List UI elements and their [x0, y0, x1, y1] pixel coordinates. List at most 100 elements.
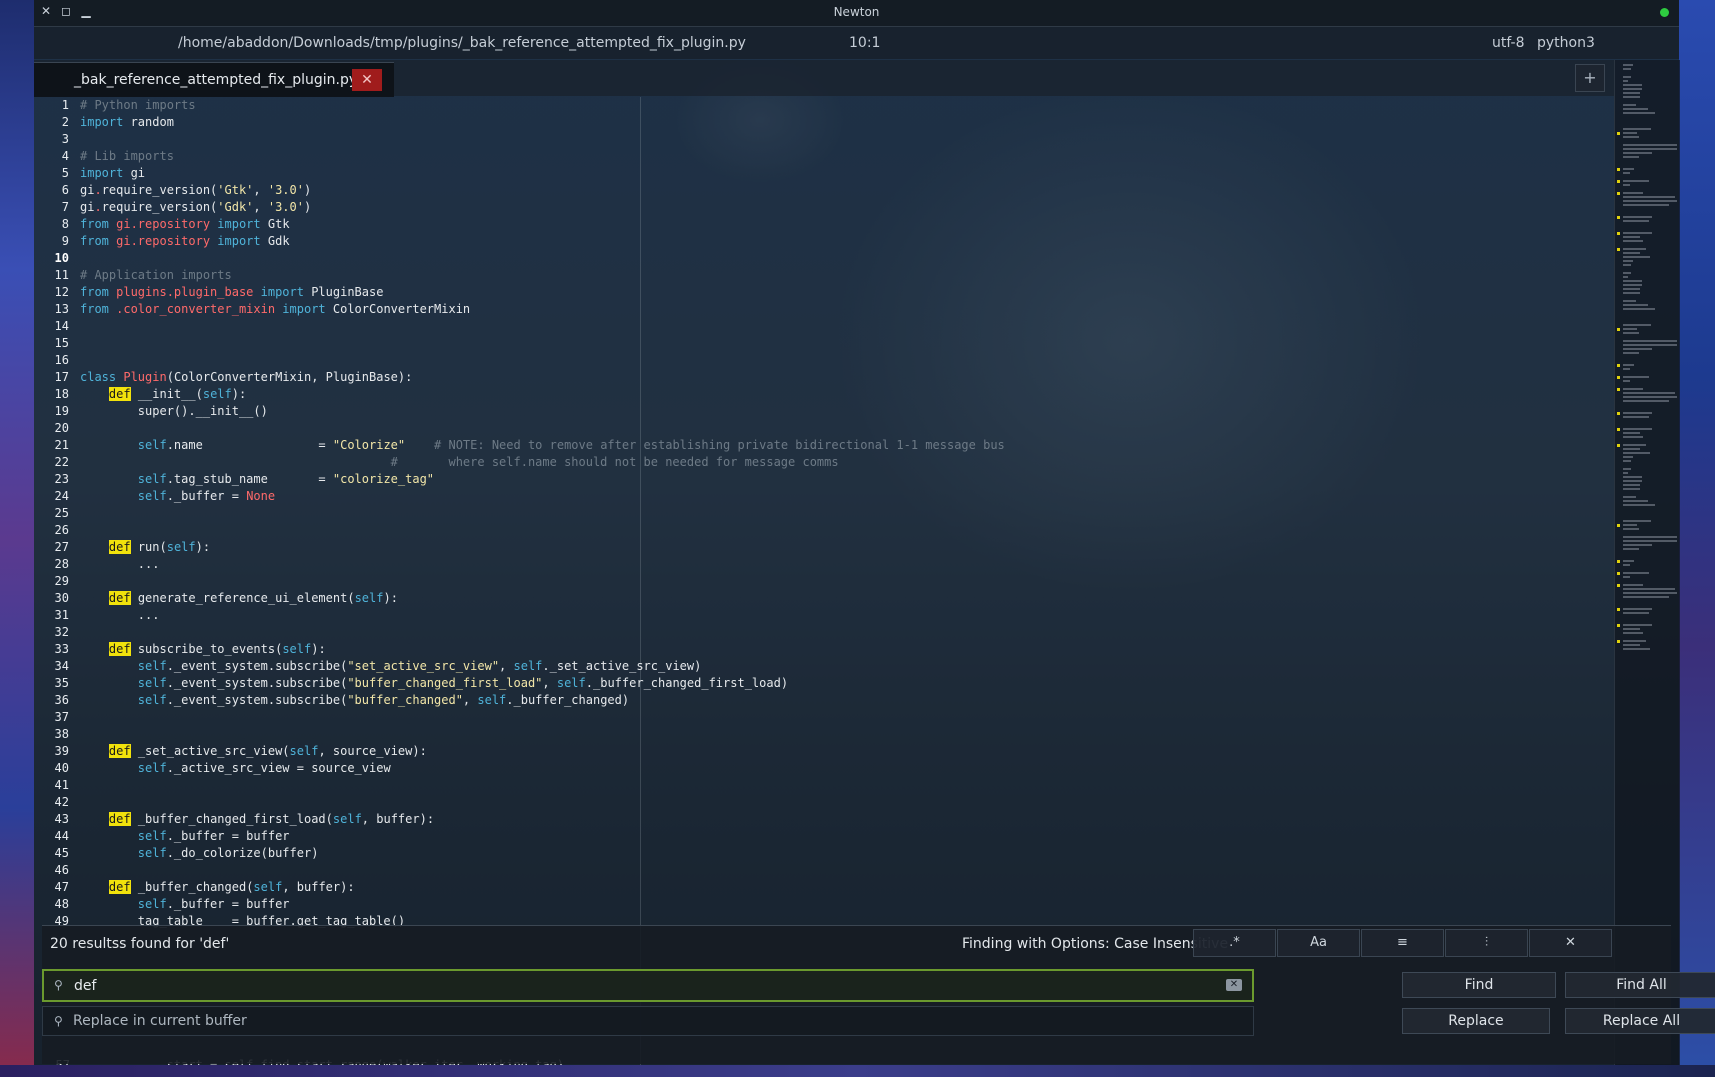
line-number: 13 [54, 302, 69, 316]
line-number: 25 [54, 506, 69, 520]
line-number: 41 [54, 778, 69, 792]
code-line[interactable]: gi.require_version('Gtk', '3.0') [80, 182, 1614, 199]
code-line[interactable]: def subscribe_to_events(self): [80, 641, 1614, 658]
tab-active-file[interactable]: _bak_reference_attempted_fix_plugin.py ✕ [34, 62, 394, 97]
replace-button[interactable]: Replace [1402, 1008, 1550, 1034]
code-line[interactable]: def _set_active_src_view(self, source_vi… [80, 743, 1614, 760]
code-line[interactable]: gi.require_version('Gdk', '3.0') [80, 199, 1614, 216]
minimap-line [1623, 576, 1630, 578]
minimap-line [1623, 476, 1643, 478]
replace-search-icon: ⚲ [54, 1014, 63, 1028]
code-line[interactable] [80, 318, 1614, 335]
code-line[interactable]: # Application imports [80, 267, 1614, 284]
code-line[interactable]: def generate_reference_ui_element(self): [80, 590, 1614, 607]
code-line[interactable]: self._buffer = buffer [80, 896, 1614, 913]
minimap-line [1623, 640, 1646, 642]
minimap-line [1623, 584, 1644, 586]
code-line[interactable] [80, 420, 1614, 437]
code-line[interactable] [80, 794, 1614, 811]
code-line[interactable] [80, 624, 1614, 641]
code-line[interactable] [80, 335, 1614, 352]
line-number: 22 [54, 455, 69, 469]
minimap-line [1623, 448, 1641, 450]
code-line[interactable] [80, 131, 1614, 148]
line-number: 30 [54, 591, 69, 605]
find-all-button[interactable]: Find All [1565, 972, 1715, 998]
replace-all-button[interactable]: Replace All [1565, 1008, 1715, 1034]
close-search-button[interactable]: ✕ [1529, 929, 1612, 957]
code-line[interactable]: import gi [80, 165, 1614, 182]
minimap-match-marker [1617, 624, 1620, 627]
find-button[interactable]: Find [1402, 972, 1556, 998]
code-editor[interactable]: 1 2 3 4 5 6 7 8 9 10 11 12 13 14 15 16 17 18 19 20 21 22 23 24 2… [34, 97, 1614, 1065]
code-line[interactable]: self._buffer = buffer [80, 828, 1614, 845]
code-line[interactable] [80, 777, 1614, 794]
minimap-line [1623, 560, 1634, 562]
code-line[interactable]: from plugins.plugin_base import PluginBa… [80, 284, 1614, 301]
minimap-match-marker [1617, 216, 1620, 219]
code-line[interactable] [80, 505, 1614, 522]
minimap-line [1623, 236, 1641, 238]
language-label[interactable]: python3 [1537, 35, 1595, 51]
minimap-match-marker [1617, 524, 1620, 527]
code-line[interactable]: self._active_src_view = source_view [80, 760, 1614, 777]
minimap-line [1623, 136, 1639, 138]
minimap-line [1623, 596, 1669, 598]
whole-word-toggle-button[interactable]: ⫶ [1445, 929, 1528, 957]
code-line[interactable] [80, 862, 1614, 879]
code-line[interactable] [80, 573, 1614, 590]
new-tab-button[interactable]: + [1575, 64, 1605, 92]
line-number: 39 [54, 744, 69, 758]
line-number: 8 [61, 217, 69, 231]
code-line[interactable] [80, 726, 1614, 743]
minimap-line [1623, 172, 1630, 174]
code-line[interactable] [80, 522, 1614, 539]
code-line[interactable]: self._event_system.subscribe("buffer_cha… [80, 692, 1614, 709]
case-sensitive-toggle-button[interactable]: Aa [1277, 929, 1360, 957]
code-line[interactable] [80, 250, 1614, 267]
in-selection-toggle-button[interactable]: ≡ [1361, 929, 1444, 957]
code-line[interactable]: class Plugin(ColorConverterMixin, Plugin… [80, 369, 1614, 386]
search-match-highlight: def [108, 744, 131, 758]
code-line[interactable]: super().__init__() [80, 403, 1614, 420]
replace-input[interactable] [42, 1006, 1254, 1036]
minimap-match-marker [1617, 572, 1620, 575]
code-line[interactable]: self._buffer = None [80, 488, 1614, 505]
code-line[interactable]: self._do_colorize(buffer) [80, 845, 1614, 862]
regex-toggle-button[interactable]: .* [1193, 929, 1276, 957]
code-line[interactable]: from .color_converter_mixin import Color… [80, 301, 1614, 318]
line-number: 24 [54, 489, 69, 503]
code-line[interactable]: def run(self): [80, 539, 1614, 556]
minimap-line [1623, 220, 1649, 222]
code-line[interactable]: def _buffer_changed(self, buffer): [80, 879, 1614, 896]
tab-close-button[interactable]: ✕ [352, 69, 382, 91]
code-line[interactable]: self.name = "Colorize" # NOTE: Need to r… [80, 437, 1614, 454]
code-line[interactable]: self._event_system.subscribe("set_active… [80, 658, 1614, 675]
code-line[interactable]: from gi.repository import Gdk [80, 233, 1614, 250]
code-line[interactable]: # Python imports [80, 97, 1614, 114]
code-line[interactable]: def _buffer_changed_first_load(self, buf… [80, 811, 1614, 828]
code-line[interactable]: from gi.repository import Gtk [80, 216, 1614, 233]
minimap-line [1623, 292, 1641, 294]
code-line[interactable]: self._event_system.subscribe("buffer_cha… [80, 675, 1614, 692]
minimap-match-marker [1617, 364, 1620, 367]
minimap-line [1623, 396, 1677, 398]
clear-input-icon[interactable]: ✕ [1226, 979, 1242, 991]
code-line[interactable] [80, 709, 1614, 726]
code-line[interactable]: # where self.name should not be needed f… [80, 454, 1614, 471]
minimap-line [1623, 484, 1641, 486]
code-line[interactable]: ... [80, 607, 1614, 624]
code-line[interactable]: # Lib imports [80, 148, 1614, 165]
minimap[interactable] [1614, 60, 1680, 1065]
line-number: 36 [54, 693, 69, 707]
search-match-highlight: def [108, 642, 131, 656]
minimap-match-marker [1617, 232, 1620, 235]
code-line[interactable]: import random [80, 114, 1614, 131]
code-area[interactable]: # Python imports import random # Lib impor… [80, 97, 1614, 1065]
code-line[interactable]: self.tag_stub_name = "colorize_tag" [80, 471, 1614, 488]
code-line[interactable]: def __init__(self): [80, 386, 1614, 403]
find-input[interactable] [42, 969, 1254, 1002]
encoding-label[interactable]: utf-8 [1492, 35, 1524, 51]
code-line[interactable] [80, 352, 1614, 369]
code-line[interactable]: ... [80, 556, 1614, 573]
